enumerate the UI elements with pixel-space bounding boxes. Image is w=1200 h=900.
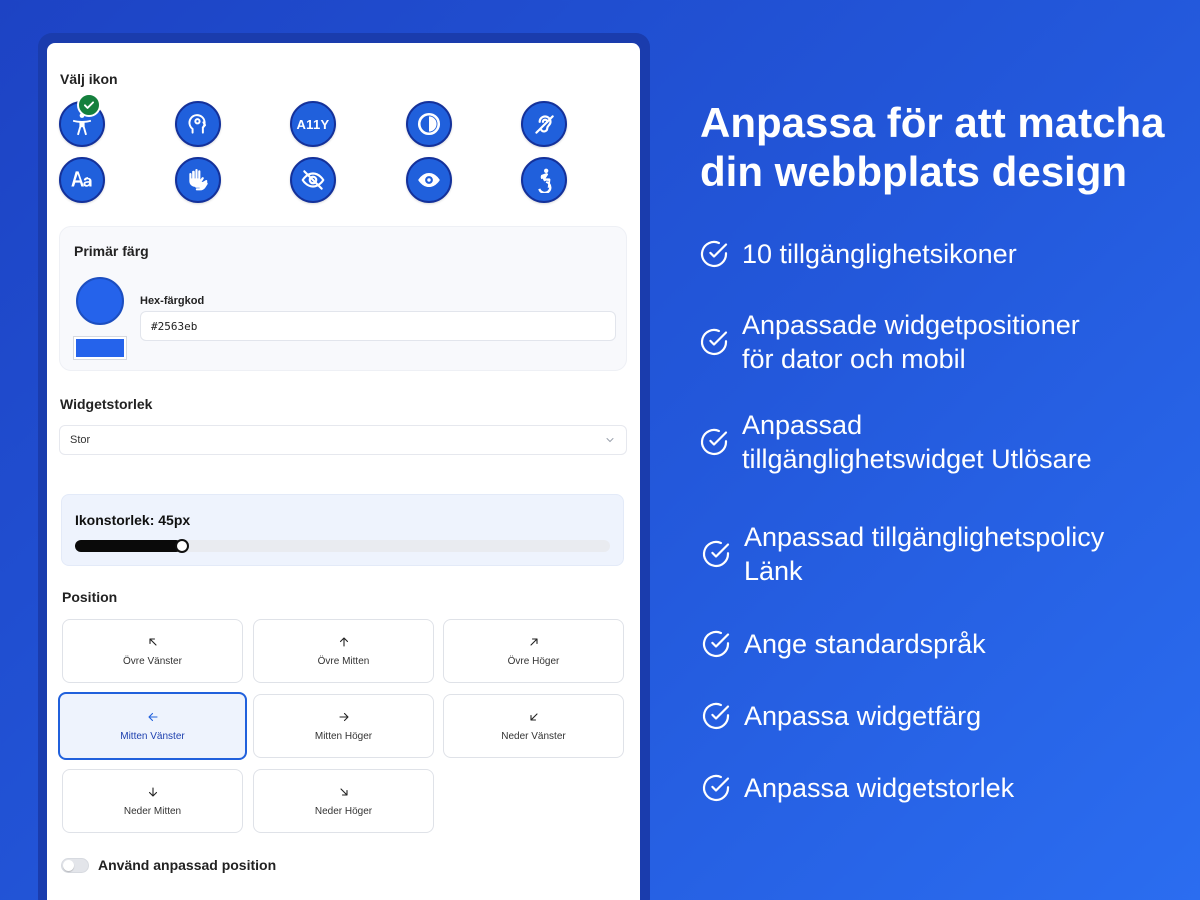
icon-section-title: Välj ikon [60,71,118,87]
feature-text: för dator och mobil [742,344,966,374]
feature-item: Ange standardspråk [700,626,1180,662]
position-top-left-button[interactable]: Övre Vänster [62,619,243,683]
position-middle-right-button[interactable]: Mitten Höger [253,694,434,758]
headline: Anpassa för att matcha din webbplats des… [700,98,1190,196]
arrow-left-icon [147,712,158,721]
sign-language-hands-icon[interactable] [175,157,221,203]
position-bottom-center-button[interactable]: Neder Mitten [62,769,243,833]
feature-text: Länk [744,556,803,586]
primary-color-title: Primär färg [74,243,149,259]
arrow-right-icon [338,712,349,721]
feature-text: Anpassad [742,410,863,440]
head-gear-icon[interactable] [175,101,221,147]
headline-line-2: din webbplats design [700,148,1128,195]
position-middle-left-button[interactable]: Mitten Vänster [58,692,247,760]
icon-size-slider[interactable] [75,539,610,553]
arrow-up-right-icon [529,637,538,646]
feature-text: Ange standardspråk [744,629,986,659]
check-circle-icon [698,238,730,270]
icon-size-slider-thumb[interactable] [175,539,189,553]
color-picker-button[interactable] [73,336,127,360]
selected-check-icon [77,93,101,117]
a11y-text-icon[interactable]: A11Y [290,101,336,147]
arrow-up-left-icon [148,637,157,646]
wheelchair-icon[interactable] [521,157,567,203]
feature-item: 10 tillgänglighetsikoner [698,236,1178,272]
feature-text: Anpassa widgetfärg [744,701,982,731]
position-label: Mitten Vänster [120,730,185,742]
feature-item: Anpassa widgetfärg [700,698,1180,734]
arrow-down-icon [148,786,157,797]
position-top-right-button[interactable]: Övre Höger [443,619,624,683]
check-circle-icon [700,538,732,570]
feature-text: Anpassad tillgänglighetspolicy [744,522,1105,552]
contrast-icon[interactable] [406,101,452,147]
position-label: Neder Mitten [123,805,182,817]
toggle-knob [63,860,74,871]
position-label: Mitten Höger [314,730,373,742]
icon-size-label: Ikonstorlek: 45px [75,512,191,528]
feature-text: 10 tillgänglighetsikoner [742,239,1017,269]
position-bottom-left-button[interactable]: Neder Vänster [443,694,624,758]
accessibility-person-icon[interactable] [59,93,105,147]
feature-text: Anpassade widgetpositioner [742,310,1080,340]
font-aa-icon[interactable] [59,157,105,203]
widget-size-select[interactable]: Stor [59,425,627,455]
check-circle-icon [700,700,732,732]
a11y-text: A11Y [296,116,330,132]
headline-line-1: Anpassa för att matcha [700,99,1165,146]
feature-item: Anpassa widgetstorlek [700,770,1180,806]
check-circle-icon [698,326,730,358]
hex-code-input[interactable] [140,311,616,341]
feature-item: Anpassade widgetpositioner för dator och… [698,307,1178,377]
position-label: Neder Vänster [501,730,566,742]
check-circle-icon [700,628,732,660]
position-top-center-button[interactable]: Övre Mitten [253,619,434,683]
position-label: Övre Vänster [123,655,182,667]
position-bottom-right-button[interactable]: Neder Höger [253,769,434,833]
primary-color-card: Primär färg Hex-färgkod [59,226,627,371]
feature-item: Anpassad tillgänglighetswidget Utlösare [698,407,1178,477]
custom-position-label: Använd anpassad position [98,857,277,873]
arrow-down-right-icon [339,787,348,796]
custom-position-toggle[interactable] [61,858,89,873]
position-label: Neder Höger [314,805,373,817]
eye-slash-icon[interactable] [290,157,336,203]
icon-size-card: Ikonstorlek: 45px [61,494,624,566]
check-circle-icon [698,426,730,458]
color-preview-swatch[interactable] [76,277,124,325]
position-label: Övre Höger [507,655,560,667]
widget-size-title: Widgetstorlek [60,396,153,412]
feature-text: Anpassa widgetstorlek [744,773,1015,803]
position-label: Övre Mitten [317,655,370,667]
arrow-down-left-icon [529,712,538,721]
widget-size-value: Stor [70,434,91,446]
chevron-down-icon [606,438,614,443]
position-title: Position [62,589,118,605]
feature-text: tillgänglighetswidget Utlösare [742,444,1092,474]
settings-panel: Välj ikon A11Y Primär färg Hex-färgkod #… [47,43,640,900]
feature-item: Anpassad tillgänglighetspolicy Länk [700,519,1180,589]
arrow-up-icon [339,636,348,647]
eye-icon[interactable] [406,157,452,203]
hearing-impaired-icon[interactable] [521,101,567,147]
hex-code-label: Hex-färgkod [140,295,205,307]
icon-size-slider-fill [75,540,182,552]
check-circle-icon [700,772,732,804]
